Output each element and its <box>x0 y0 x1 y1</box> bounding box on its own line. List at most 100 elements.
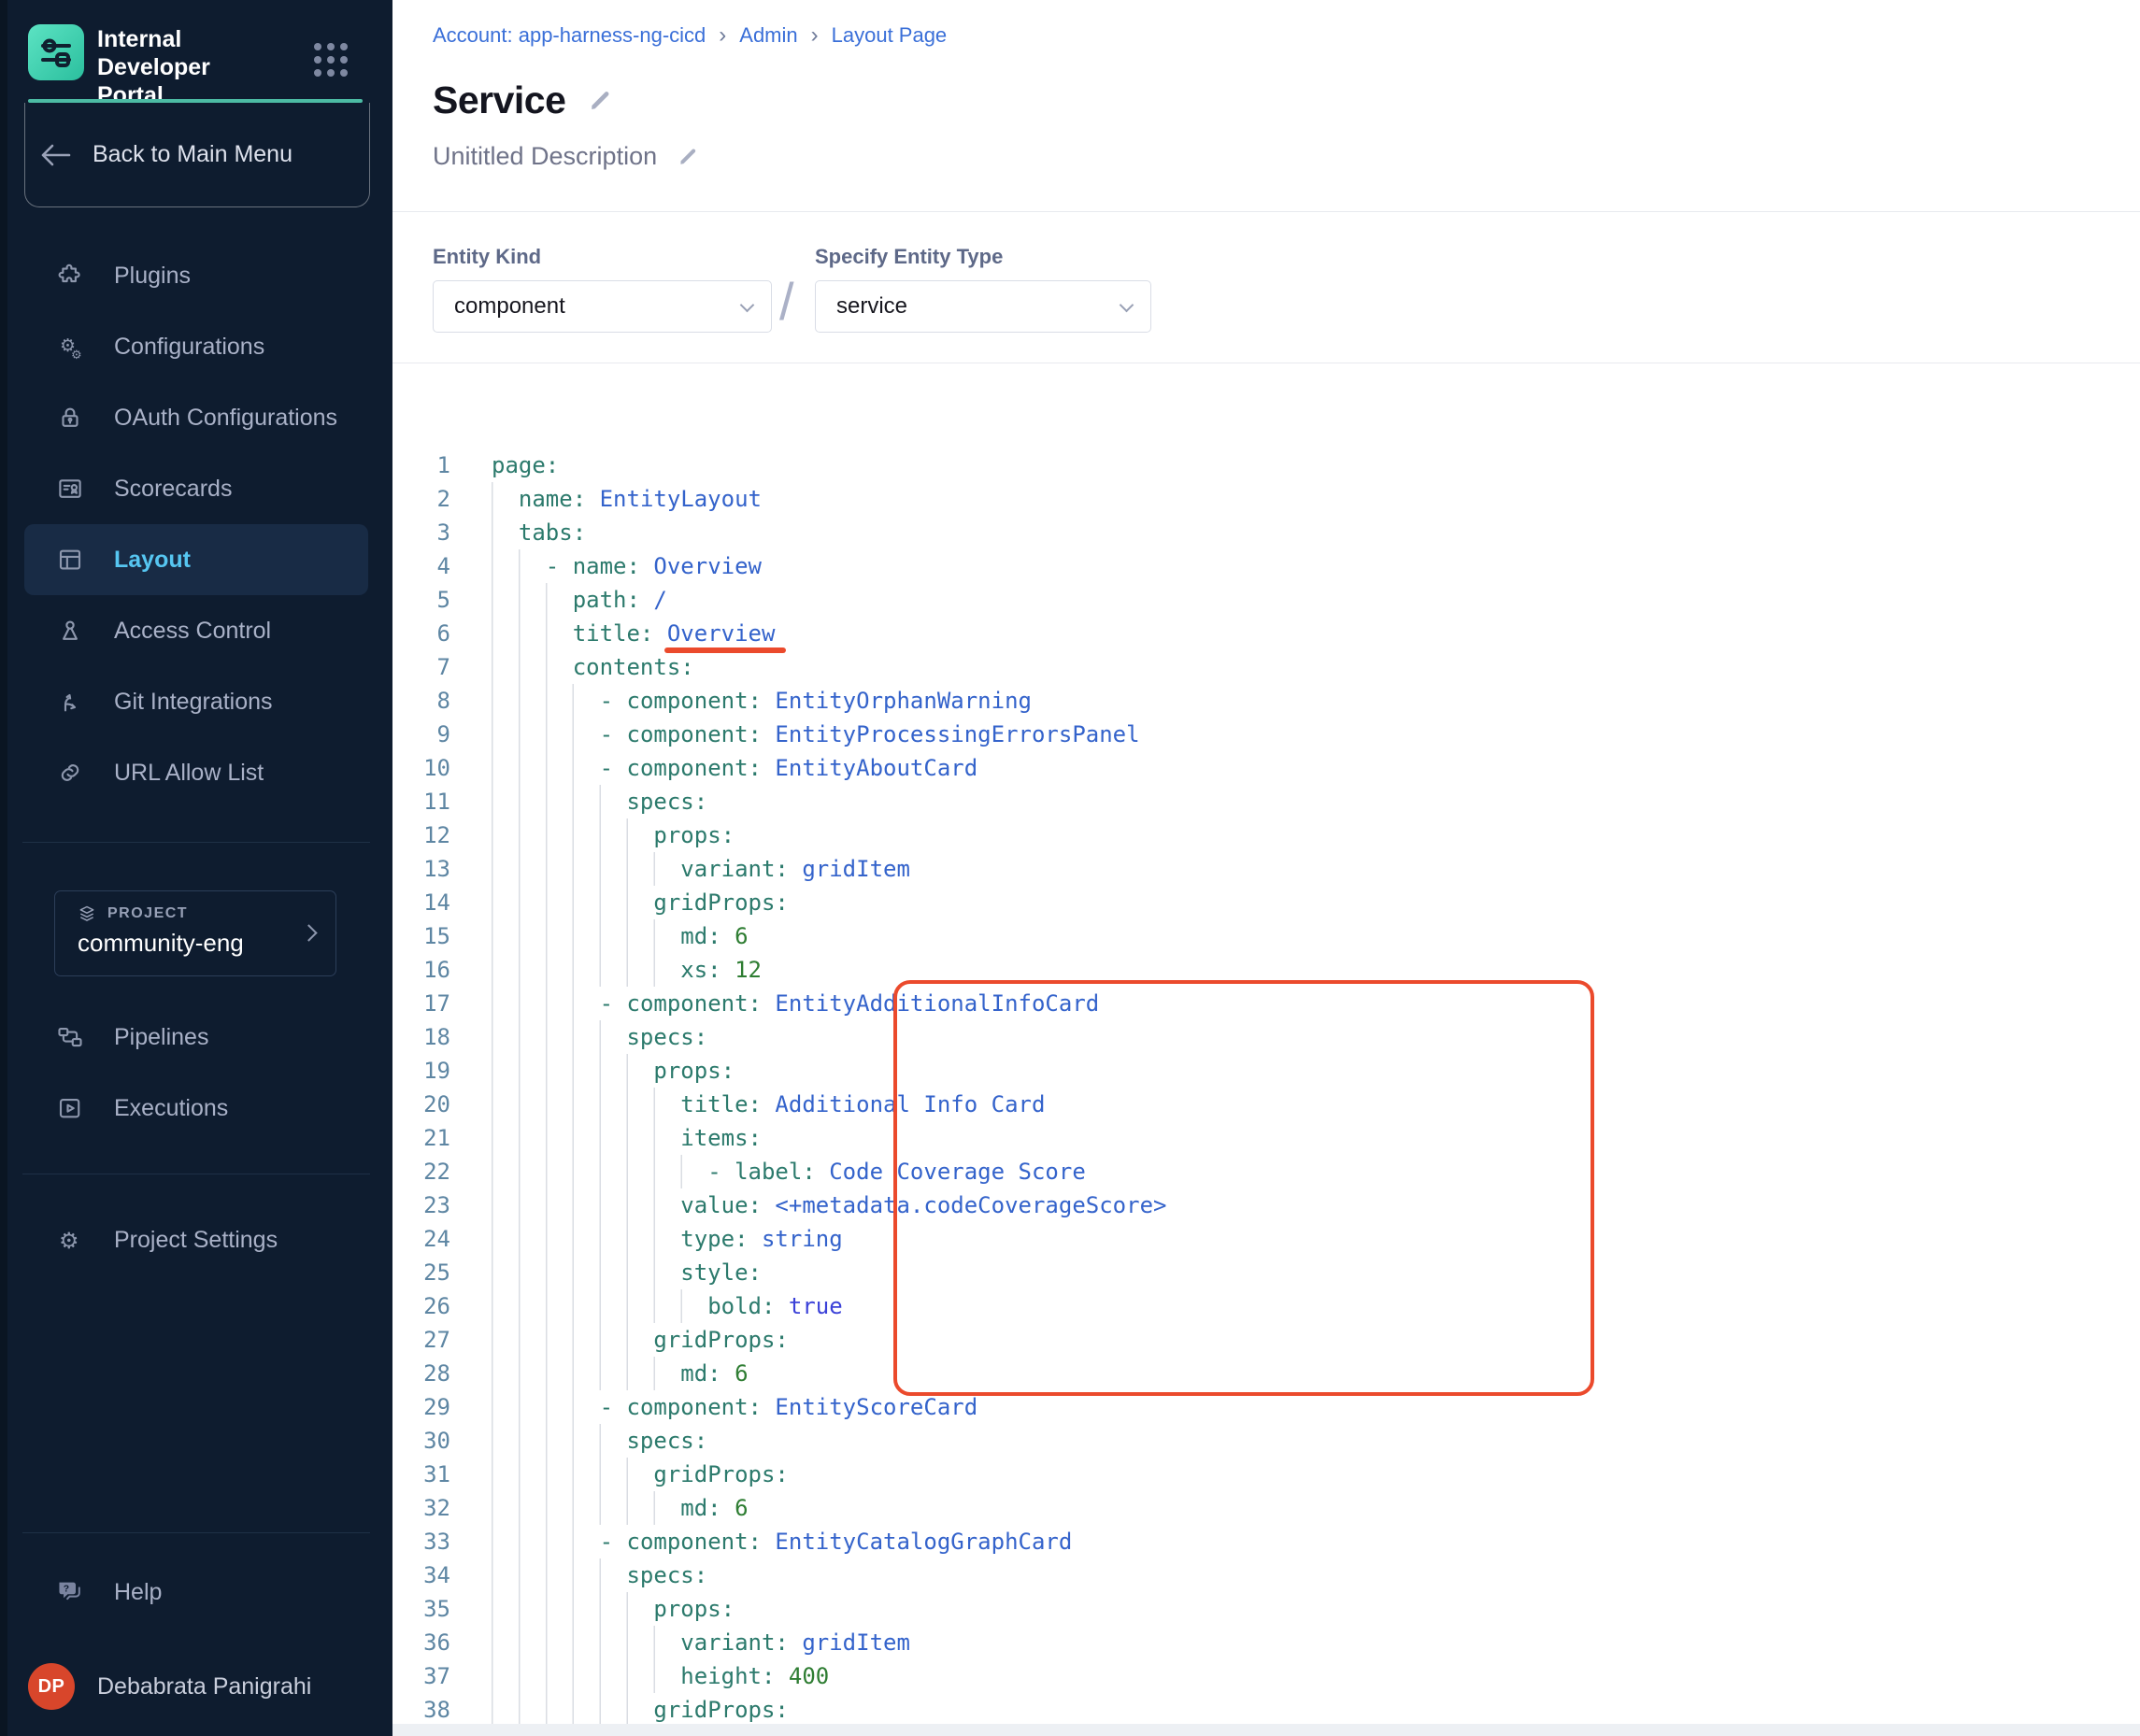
code-line[interactable]: 12props: <box>392 818 2140 852</box>
indent-guides <box>492 852 680 886</box>
sidebar-item-url-allow-list[interactable]: URL Allow List <box>15 737 378 808</box>
code-line[interactable]: 13variant: gridItem <box>392 852 2140 886</box>
edit-title-pencil-icon[interactable] <box>586 87 614 115</box>
indent-guides <box>492 684 600 718</box>
help-label: Help <box>114 1579 162 1606</box>
line-number: 34 <box>392 1558 450 1592</box>
sidebar-item-oauth-configurations[interactable]: OAuth Configurations <box>15 382 378 453</box>
code-text: variant: gridItem <box>492 852 910 886</box>
indent-guides <box>492 1188 680 1222</box>
code-line[interactable]: 18specs: <box>392 1020 2140 1054</box>
code-line[interactable]: 9- component: EntityProcessingErrorsPane… <box>392 718 2140 751</box>
code-line[interactable]: 4- name: Overview <box>392 549 2140 583</box>
entity-kind-dropdown[interactable]: component <box>433 280 772 333</box>
page-title: Service <box>433 78 565 122</box>
code-line[interactable]: 24type: string <box>392 1222 2140 1256</box>
code-line[interactable]: 29- component: EntityScoreCard <box>392 1390 2140 1424</box>
user-menu[interactable]: DP Debabrata Panigrahi <box>28 1656 374 1717</box>
code-line[interactable]: 8- component: EntityOrphanWarning <box>392 684 2140 718</box>
indent-guides <box>492 1088 680 1121</box>
apps-grid-icon[interactable] <box>314 43 355 80</box>
code-line[interactable]: 35props: <box>392 1592 2140 1626</box>
code-line[interactable]: 17- component: EntityAdditionalInfoCard <box>392 987 2140 1020</box>
code-text: height: 400 <box>492 1659 829 1693</box>
indent-guides <box>492 1222 680 1256</box>
divider <box>22 1532 370 1533</box>
code-line[interactable]: 5path: / <box>392 583 2140 617</box>
indent-guides <box>492 1491 680 1525</box>
code-text: specs: <box>492 1424 707 1458</box>
code-line[interactable]: 20title: Additional Info Card <box>392 1088 2140 1121</box>
code-line[interactable]: 28md: 6 <box>392 1357 2140 1390</box>
breadcrumb-link[interactable]: Account: app-harness-ng-cicd <box>433 23 706 48</box>
indent-guides <box>492 718 600 751</box>
gear-icon: ⚙ <box>56 1226 84 1254</box>
code-line[interactable]: 34specs: <box>392 1558 2140 1592</box>
layout-icon <box>56 546 84 574</box>
code-text: name: EntityLayout <box>492 482 762 516</box>
code-line[interactable]: 11specs: <box>392 785 2140 818</box>
code-line[interactable]: 30specs: <box>392 1424 2140 1458</box>
code-text: - component: EntityScoreCard <box>492 1390 977 1424</box>
code-line[interactable]: 26bold: true <box>392 1289 2140 1323</box>
sidebar-item-git-integrations[interactable]: Git Integrations <box>15 666 378 737</box>
line-number: 17 <box>392 987 450 1020</box>
code-line[interactable]: 14gridProps: <box>392 886 2140 919</box>
indent-guides <box>492 482 519 516</box>
code-line[interactable]: 32md: 6 <box>392 1491 2140 1525</box>
code-text: variant: gridItem <box>492 1626 910 1659</box>
code-line[interactable]: 31gridProps: <box>392 1458 2140 1491</box>
sidebar-item-label: Configurations <box>114 334 264 361</box>
code-line[interactable]: 21items: <box>392 1121 2140 1155</box>
entity-type-dropdown[interactable]: service <box>815 280 1151 333</box>
project-selector[interactable]: PROJECT community-eng <box>54 890 336 976</box>
entity-type-label: Specify Entity Type <box>815 245 1003 269</box>
code-line[interactable]: 3tabs: <box>392 516 2140 549</box>
sidebar-item-pipelines[interactable]: Pipelines <box>15 1002 378 1073</box>
code-line[interactable]: 33- component: EntityCatalogGraphCard <box>392 1525 2140 1558</box>
puzzle-icon <box>56 262 84 290</box>
code-line[interactable]: 37height: 400 <box>392 1659 2140 1693</box>
breadcrumb-link[interactable]: Layout Page <box>832 23 948 48</box>
indent-guides <box>492 1155 707 1188</box>
code-line[interactable]: 6title: Overview <box>392 617 2140 650</box>
idp-logo[interactable] <box>28 24 84 80</box>
indent-guides <box>492 1424 626 1458</box>
edit-description-pencil-icon[interactable] <box>676 145 700 169</box>
back-to-main-menu-button[interactable]: Back to Main Menu <box>24 103 370 207</box>
sidebar-item-plugins[interactable]: Plugins <box>15 240 378 311</box>
code-line[interactable]: 38gridProps: <box>392 1693 2140 1727</box>
sidebar-item-access-control[interactable]: Access Control <box>15 595 378 666</box>
breadcrumb-link[interactable]: Admin <box>739 23 797 48</box>
code-line[interactable]: 16xs: 12 <box>392 953 2140 987</box>
code-line[interactable]: 15md: 6 <box>392 919 2140 953</box>
code-line[interactable]: 1page: <box>392 448 2140 482</box>
git-branch-icon <box>56 688 84 716</box>
sidebar-item-configurations[interactable]: ⚙⚙Configurations <box>15 311 378 382</box>
sidebar-item-executions[interactable]: Executions <box>15 1073 378 1144</box>
indent-guides <box>492 953 680 987</box>
indent-guides <box>492 650 573 684</box>
code-line[interactable]: 27gridProps: <box>392 1323 2140 1357</box>
sidebar-item-project-settings[interactable]: ⚙Project Settings <box>15 1204 378 1275</box>
indent-guides <box>492 1256 680 1289</box>
code-line[interactable]: 22- label: Code Coverage Score <box>392 1155 2140 1188</box>
line-number: 15 <box>392 919 450 953</box>
sidebar-item-scorecards[interactable]: Scorecards <box>15 453 378 524</box>
indent-guides <box>492 1020 626 1054</box>
avatar: DP <box>28 1663 75 1710</box>
sidebar-item-layout[interactable]: Layout <box>24 524 368 595</box>
sidebar-item-label: Layout <box>114 547 191 574</box>
sidebar-item-help[interactable]: ? Help <box>15 1557 378 1628</box>
project-label: PROJECT <box>107 905 188 922</box>
code-line[interactable]: 10- component: EntityAboutCard <box>392 751 2140 785</box>
code-line[interactable]: 25style: <box>392 1256 2140 1289</box>
code-line[interactable]: 2name: EntityLayout <box>392 482 2140 516</box>
code-line[interactable]: 36variant: gridItem <box>392 1626 2140 1659</box>
code-line[interactable]: 7contents: <box>392 650 2140 684</box>
code-line[interactable]: 23value: <+metadata.codeCoverageScore> <box>392 1188 2140 1222</box>
line-number: 10 <box>392 751 450 785</box>
sidebar-item-label: Plugins <box>114 263 191 290</box>
yaml-editor[interactable]: 1page:2name: EntityLayout3tabs:4- name: … <box>392 448 2140 1727</box>
code-line[interactable]: 19props: <box>392 1054 2140 1088</box>
